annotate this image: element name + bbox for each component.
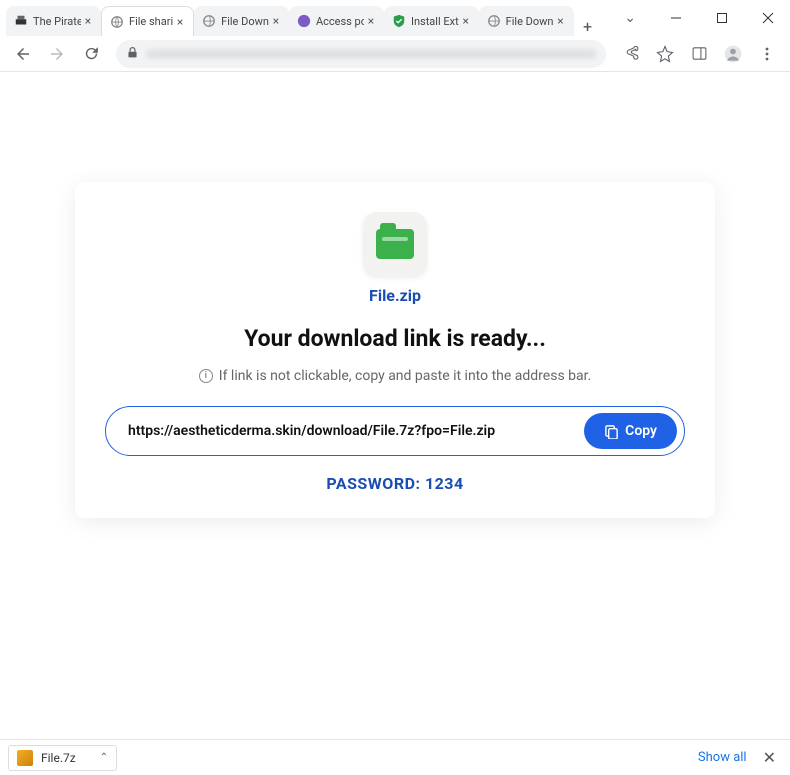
hint-text: i If link is not clickable, copy and pas… (105, 368, 685, 384)
profile-icon[interactable] (718, 39, 748, 69)
globe-icon (110, 15, 124, 29)
page-heading: Your download link is ready... (105, 325, 685, 352)
tab-label: File shari (129, 15, 173, 28)
tab-label: File Down (506, 15, 554, 28)
hint-label: If link is not clickable, copy and paste… (219, 368, 591, 384)
address-bar[interactable] (116, 40, 606, 68)
chevron-up-icon[interactable]: ⌃ (100, 752, 108, 763)
tab-file-sharing[interactable]: File shari × (101, 6, 194, 36)
printer-icon (14, 14, 28, 28)
archive-icon (17, 750, 33, 766)
download-shelf: File.7z ⌃ Show all ✕ (0, 739, 790, 775)
url-obscured (147, 49, 596, 59)
tab-pirate[interactable]: The Pirate × (6, 6, 101, 36)
show-all-link[interactable]: Show all (698, 750, 747, 765)
tab-label: The Pirate (33, 15, 81, 28)
file-icon (363, 212, 427, 276)
star-icon[interactable] (650, 39, 680, 69)
browser-toolbar (0, 36, 790, 72)
forward-button[interactable] (42, 39, 72, 69)
lock-icon (126, 46, 139, 62)
close-icon[interactable]: × (554, 14, 568, 28)
shield-icon (392, 14, 406, 28)
copy-label: Copy (625, 423, 657, 439)
tab-label: Install Ext (411, 15, 459, 28)
close-icon[interactable]: × (459, 14, 473, 28)
minimize-button[interactable] (662, 4, 690, 32)
purple-circle-icon (297, 14, 311, 28)
copy-icon (604, 424, 619, 439)
info-icon: i (199, 369, 213, 383)
new-tab-button[interactable]: + (574, 17, 602, 36)
close-window-button[interactable] (754, 4, 782, 32)
tab-install-ext[interactable]: Install Ext × (384, 6, 479, 36)
tab-label: File Down (221, 15, 269, 28)
page-content: File.zip Your download link is ready... … (0, 72, 790, 739)
copy-button[interactable]: Copy (584, 413, 677, 449)
back-button[interactable] (8, 39, 38, 69)
tab-strip: The Pirate × File shari × File Down × Ac… (0, 0, 624, 36)
download-filename: File.7z (41, 751, 76, 765)
close-icon[interactable]: × (81, 14, 95, 28)
share-icon[interactable] (616, 39, 646, 69)
close-icon[interactable]: × (173, 15, 187, 29)
close-icon[interactable]: × (364, 14, 378, 28)
password-label: PASSWORD: 1234 (105, 474, 685, 493)
download-item[interactable]: File.7z ⌃ (8, 745, 117, 771)
tab-file-download-1[interactable]: File Down × (194, 6, 289, 36)
menu-icon[interactable] (752, 39, 782, 69)
download-link-row: https://aestheticderma.skin/download/Fil… (105, 406, 685, 456)
reload-button[interactable] (76, 39, 106, 69)
globe-icon (202, 14, 216, 28)
chevron-down-icon[interactable]: ⌄ (624, 10, 636, 26)
window-controls: ⌄ (624, 0, 790, 36)
close-icon[interactable]: × (269, 14, 283, 28)
download-url[interactable]: https://aestheticderma.skin/download/Fil… (128, 423, 584, 439)
filename-label: File.zip (105, 286, 685, 305)
tab-access[interactable]: Access po × (289, 6, 384, 36)
tab-label: Access po (316, 15, 364, 28)
maximize-button[interactable] (708, 4, 736, 32)
close-shelf-button[interactable]: ✕ (757, 744, 782, 771)
tab-file-download-2[interactable]: File Down × (479, 6, 574, 36)
globe-icon (487, 14, 501, 28)
window-titlebar: The Pirate × File shari × File Down × Ac… (0, 0, 790, 36)
side-panel-icon[interactable] (684, 39, 714, 69)
download-card: File.zip Your download link is ready... … (75, 182, 715, 518)
